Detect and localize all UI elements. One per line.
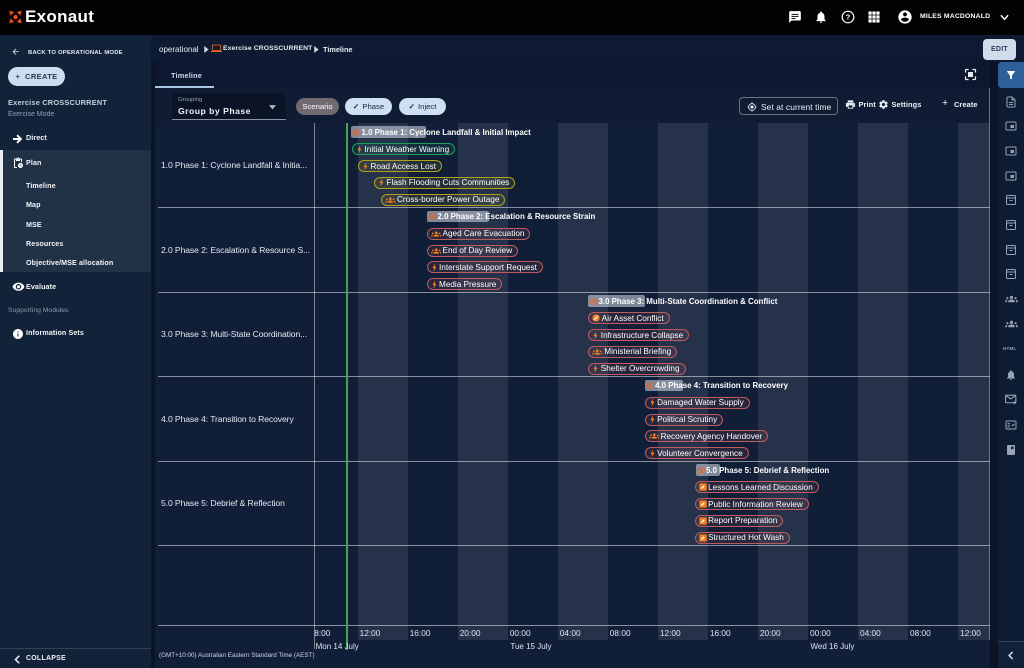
svg-text:?: ? bbox=[846, 13, 851, 22]
